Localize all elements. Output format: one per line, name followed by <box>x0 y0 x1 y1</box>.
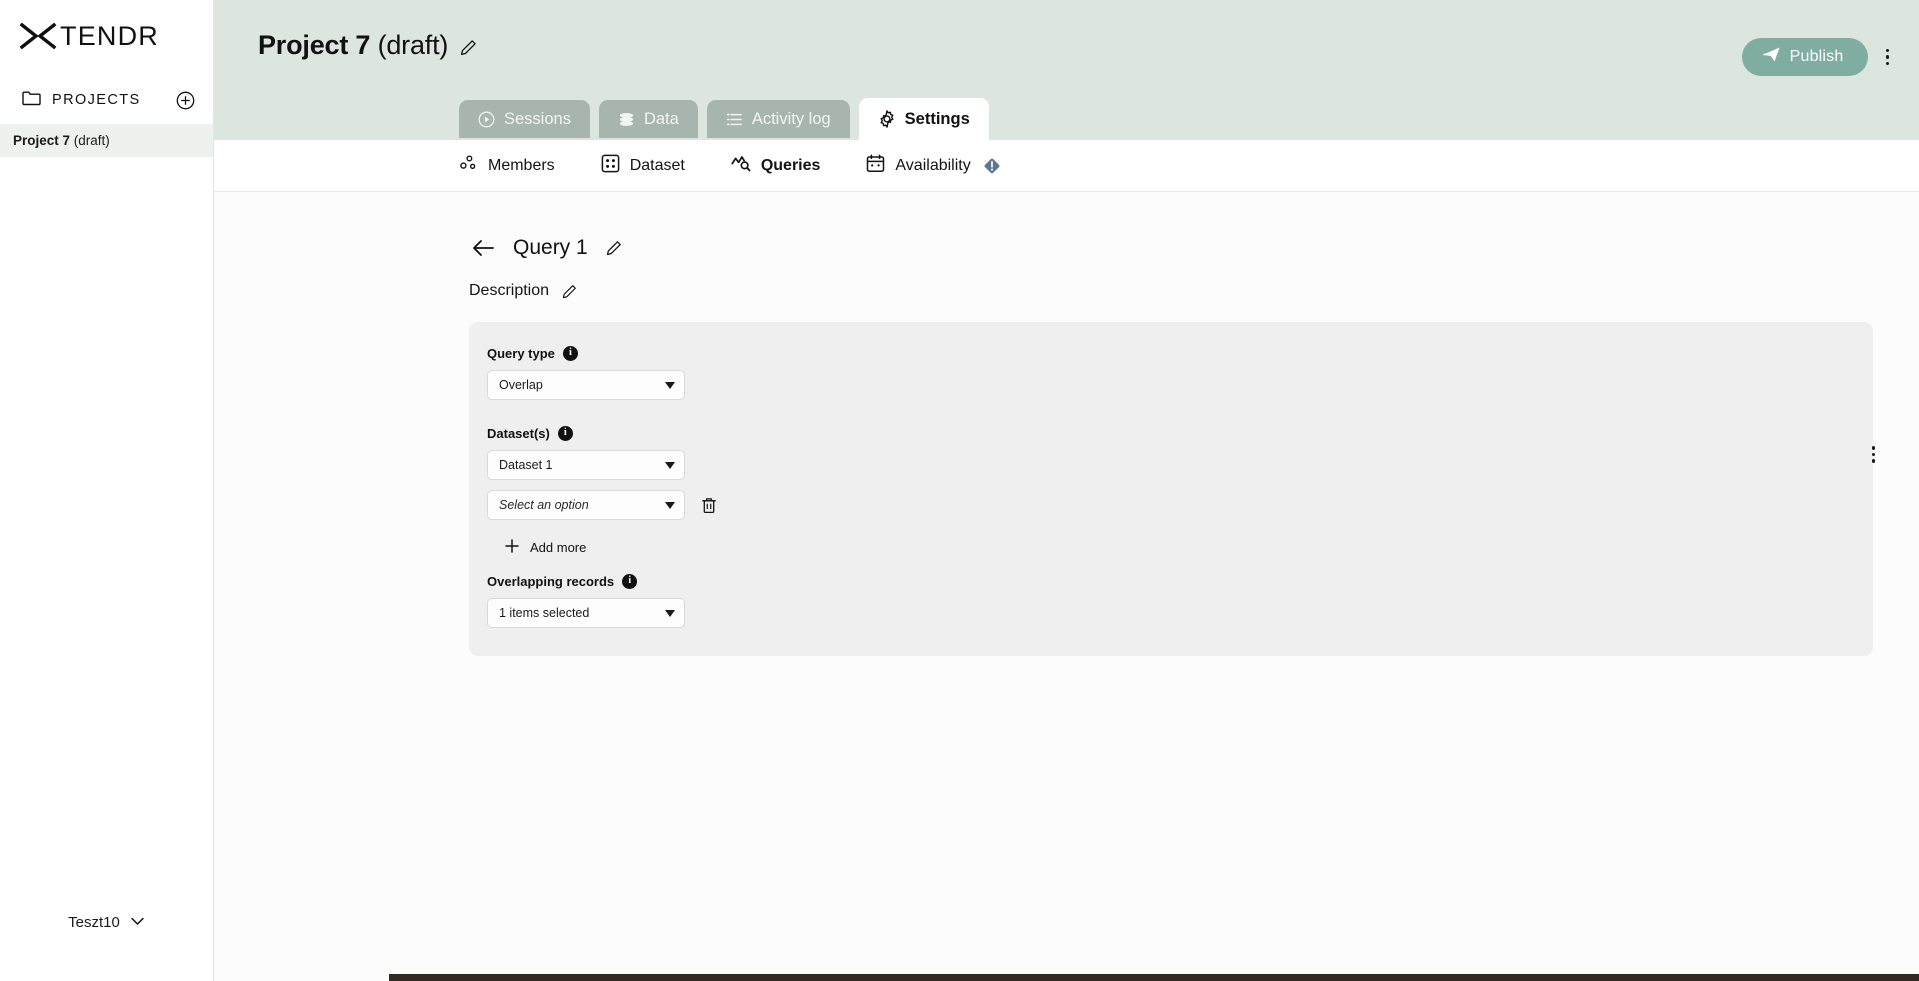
subnav-label: Dataset <box>629 156 685 174</box>
pencil-icon[interactable] <box>562 284 577 299</box>
sidebar-item-project-7[interactable]: Project 7 (draft) <box>0 124 213 157</box>
datasets-label: Dataset(s) <box>487 426 550 441</box>
project-title-name: Project 7 <box>258 30 371 60</box>
tab-label: Activity log <box>751 109 831 128</box>
people-icon <box>459 154 478 177</box>
page-title: Project 7 (draft) <box>214 0 1919 61</box>
primary-tabs: Sessions Data Activity log Settings <box>459 98 989 140</box>
info-icon[interactable]: i <box>557 426 573 441</box>
user-name: Teszt10 <box>68 913 120 931</box>
datasets-label-row: Dataset(s) i <box>487 426 1873 441</box>
publish-button[interactable]: Publish <box>1741 38 1868 76</box>
overlapping-records-value: 1 items selected <box>499 606 590 620</box>
gear-icon <box>878 110 896 128</box>
list-icon <box>726 111 743 128</box>
topbar: Project 7 (draft) Publish Sessions Data … <box>214 0 1919 140</box>
projects-label: PROJECTS <box>52 92 141 108</box>
sidebar-project-status: (draft) <box>73 133 110 148</box>
chevron-down-icon <box>665 461 675 469</box>
database-icon <box>618 111 635 128</box>
subnav-item-availability[interactable]: Availability <box>866 154 1000 178</box>
add-more-label: Add more <box>530 540 587 555</box>
app-root: TENDR PROJECTS Project 7 (draft) Teszt10… <box>0 0 1919 981</box>
grid-icon <box>601 154 620 178</box>
trash-icon[interactable] <box>699 495 719 516</box>
sidebar-projects-header: PROJECTS <box>0 76 213 124</box>
info-icon[interactable]: i <box>562 346 578 361</box>
query-chart-icon <box>731 154 751 177</box>
dataset-select-1[interactable]: Dataset 1 <box>487 450 685 480</box>
query-type-value: Overlap <box>499 378 543 392</box>
horizontal-scrollbar[interactable] <box>389 974 1919 981</box>
settings-subnav: Members Dataset Queries Availability <box>214 140 1919 192</box>
info-icon[interactable]: i <box>622 574 638 589</box>
tab-sessions[interactable]: Sessions <box>459 100 590 138</box>
project-title-status: (draft) <box>377 30 449 60</box>
dataset-row-2: Select an option <box>487 490 1873 520</box>
user-menu[interactable]: Teszt10 <box>0 893 213 951</box>
warning-diamond-icon <box>983 157 1001 175</box>
subnav-label: Availability <box>895 156 971 174</box>
subnav-label: Queries <box>760 156 821 174</box>
subnav-item-members[interactable]: Members <box>459 154 555 177</box>
pencil-icon[interactable] <box>460 39 477 56</box>
query-form-card: Query type i Overlap Dataset(s) i Datase… <box>469 322 1873 656</box>
brand-logo[interactable]: TENDR <box>0 0 213 76</box>
pencil-icon[interactable] <box>606 240 622 256</box>
brand-name: TENDR <box>60 20 159 51</box>
subnav-item-dataset[interactable]: Dataset <box>601 154 685 178</box>
description-label: Description <box>469 282 550 299</box>
x-logo-icon <box>20 22 58 50</box>
sidebar-project-name: Project 7 <box>13 133 71 148</box>
tab-label: Data <box>643 109 679 128</box>
chevron-down-icon <box>130 913 145 931</box>
kebab-menu-icon[interactable] <box>1882 45 1894 70</box>
query-header: Query 1 <box>214 192 1919 260</box>
plus-circle-icon[interactable] <box>176 91 195 110</box>
overlapping-records-label-row: Overlapping records i <box>487 574 1873 589</box>
send-icon <box>1762 46 1781 68</box>
query-type-select[interactable]: Overlap <box>487 370 685 400</box>
chevron-down-icon <box>665 609 675 617</box>
publish-button-label: Publish <box>1789 48 1844 65</box>
description-row: Description <box>214 260 1919 300</box>
query-detail-content: Query 1 Description Query type i Overlap… <box>214 192 1919 981</box>
add-more-button[interactable]: Add more <box>505 539 586 556</box>
folder-icon <box>22 90 41 111</box>
query-more-menu-icon[interactable] <box>1868 442 1880 467</box>
tab-data[interactable]: Data <box>598 100 698 138</box>
subnav-label: Members <box>488 156 555 174</box>
dataset-value: Dataset 1 <box>499 458 553 472</box>
query-type-label: Query type <box>487 346 555 361</box>
query-type-label-row: Query type i <box>487 346 1873 361</box>
arrow-left-icon[interactable] <box>472 239 495 257</box>
sidebar: TENDR PROJECTS Project 7 (draft) Teszt10 <box>0 0 214 981</box>
play-circle-icon <box>478 111 495 128</box>
subnav-item-queries[interactable]: Queries <box>731 154 821 177</box>
topbar-actions: Publish <box>1741 38 1894 76</box>
query-title: Query 1 <box>513 236 588 259</box>
tab-activity-log[interactable]: Activity log <box>706 100 850 138</box>
plus-icon <box>505 539 519 556</box>
tab-label: Sessions <box>504 109 571 128</box>
calendar-icon <box>866 154 885 178</box>
main-area: Project 7 (draft) Publish Sessions Data … <box>214 0 1919 981</box>
chevron-down-icon <box>665 501 675 509</box>
overlapping-records-label: Overlapping records <box>487 574 615 589</box>
dataset-placeholder: Select an option <box>499 498 589 512</box>
chevron-down-icon <box>665 381 675 389</box>
tab-label: Settings <box>904 109 970 128</box>
overlapping-records-select[interactable]: 1 items selected <box>487 598 685 628</box>
tab-settings[interactable]: Settings <box>858 98 989 140</box>
dataset-select-2[interactable]: Select an option <box>487 490 685 520</box>
